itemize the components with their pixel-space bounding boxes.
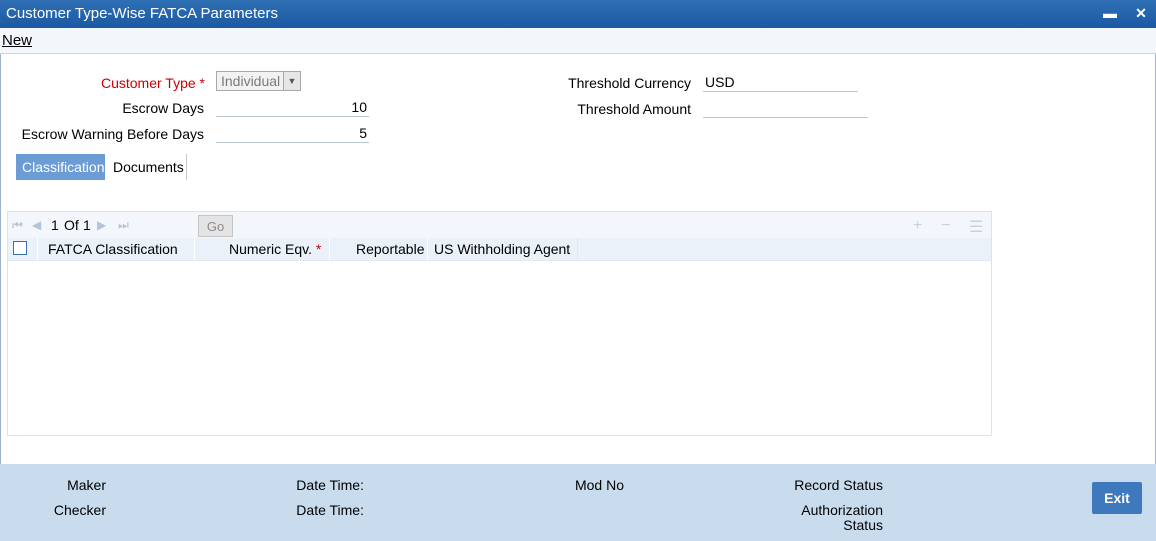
page-total: 1 [83, 217, 91, 233]
customer-type-label: Customer Type * [60, 75, 205, 91]
new-link[interactable]: New [2, 32, 32, 49]
customer-type-value: Individual [221, 73, 281, 89]
customer-type-select[interactable]: Individual ▼ [216, 71, 301, 91]
customer-type-label-text: Customer Type [100, 75, 196, 91]
close-icon[interactable]: ✕ [1131, 4, 1151, 22]
window-title: Customer Type-Wise FATCA Parameters [6, 5, 279, 22]
tab-documents[interactable]: Documents [107, 154, 187, 180]
escrow-days-label: Escrow Days [122, 100, 204, 116]
audit-footer [0, 464, 1156, 541]
classification-grid: ⏮ ◀ 1 Of 1 ▶ ⏭ Go + − ☰ FATCA Classifica… [7, 211, 992, 436]
select-all-checkbox[interactable] [13, 241, 27, 255]
delete-row-icon[interactable]: − [941, 217, 950, 235]
page-of-label: Of [64, 217, 79, 233]
maker-date-time-label: Date Time: [296, 477, 364, 493]
column-numeric-eqv-label: Numeric Eqv. [229, 241, 312, 257]
column-us-withholding-agent[interactable]: US Withholding Agent [428, 238, 578, 260]
column-reportable[interactable]: Reportable [330, 238, 428, 260]
authorization-status-label: Authorization Status [770, 502, 883, 533]
select-all-cell [8, 238, 38, 260]
tab-classification[interactable]: Classification [16, 154, 105, 180]
authorization-label-line2: Status [843, 517, 883, 533]
escrow-warning-input[interactable] [216, 123, 369, 143]
required-marker: * [315, 241, 322, 257]
add-row-icon[interactable]: + [913, 217, 922, 235]
threshold-currency-label: Threshold Currency [568, 75, 691, 91]
chevron-down-icon[interactable]: ▼ [283, 72, 300, 90]
escrow-warning-label: Escrow Warning Before Days [21, 126, 204, 142]
escrow-days-input[interactable] [216, 97, 369, 117]
page-number-input[interactable] [149, 216, 193, 239]
last-page-icon[interactable]: ⏭ [118, 218, 129, 233]
threshold-amount-input[interactable] [703, 98, 868, 118]
go-button[interactable]: Go [198, 215, 233, 237]
exit-button[interactable]: Exit [1092, 482, 1142, 514]
checker-label: Checker [53, 502, 106, 518]
page-current: 1 [51, 217, 59, 233]
grid-header: FATCA Classification Numeric Eqv. * Repo… [8, 238, 991, 261]
window-titlebar: Customer Type-Wise FATCA Parameters ▬ ✕ [0, 0, 1156, 28]
column-numeric-eqv[interactable]: Numeric Eqv. * [195, 238, 330, 260]
required-marker: * [199, 75, 205, 91]
menu-bar: New [0, 28, 1156, 54]
mod-no-label: Mod No [574, 477, 624, 493]
maker-label: Maker [67, 477, 106, 493]
threshold-currency-input[interactable] [703, 72, 858, 92]
authorization-label-line1: Authorization [801, 502, 883, 518]
grid-toolbar: ⏮ ◀ 1 Of 1 ▶ ⏭ Go + − ☰ [8, 212, 991, 239]
threshold-amount-label: Threshold Amount [577, 101, 691, 117]
record-status-label: Record Status [794, 477, 883, 493]
previous-page-icon[interactable]: ◀ [32, 218, 41, 232]
single-view-icon[interactable]: ☰ [969, 217, 983, 237]
column-fatca-classification[interactable]: FATCA Classification [38, 238, 195, 260]
checker-date-time-label: Date Time: [296, 502, 364, 518]
minimize-icon[interactable]: ▬ [1100, 4, 1120, 22]
next-page-icon[interactable]: ▶ [97, 218, 106, 232]
first-page-icon[interactable]: ⏮ [12, 218, 23, 233]
